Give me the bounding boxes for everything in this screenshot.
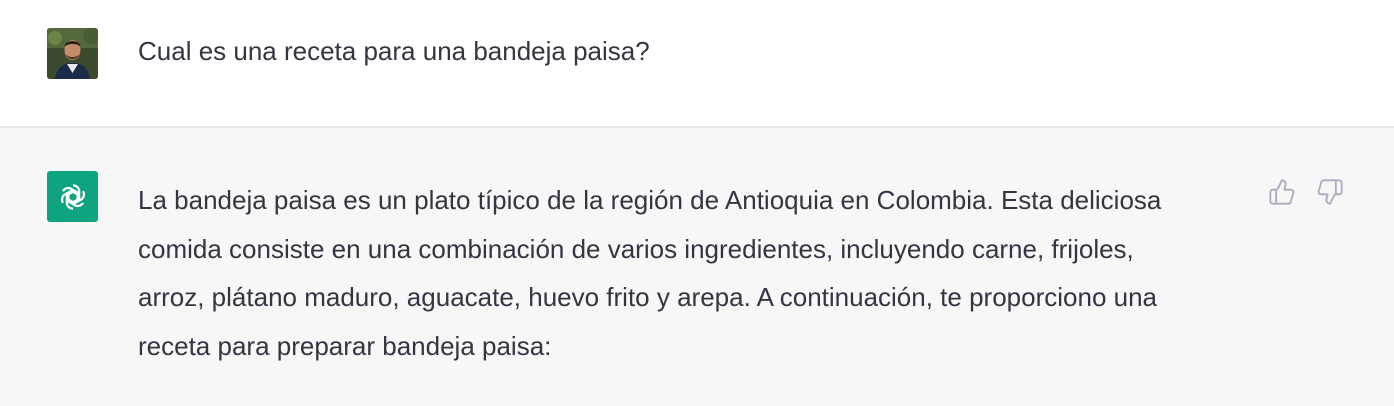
assistant-message-row: La bandeja paisa es un plato típico de l…: [0, 128, 1394, 406]
assistant-text-line: comida consiste en una combinación de va…: [138, 233, 1134, 264]
user-message-text: Cual es una receta para una bandeja pais…: [138, 36, 650, 66]
thumbs-down-button[interactable]: [1315, 177, 1345, 207]
assistant-text-line: La bandeja paisa es un plato típico de l…: [138, 185, 1162, 215]
thumbs-down-icon: [1317, 179, 1343, 205]
assistant-text-line: arroz, plátano maduro, aguacate, huevo f…: [138, 282, 1158, 312]
openai-logo-icon: [60, 183, 85, 210]
assistant-avatar: [47, 171, 98, 222]
user-message-row: Cual es una receta para una bandeja pais…: [0, 0, 1394, 128]
thumbs-up-icon: [1269, 179, 1295, 205]
user-avatar: [47, 28, 98, 79]
assistant-text-line: receta para preparar bandeja paisa:: [138, 330, 552, 361]
thumbs-up-button[interactable]: [1267, 177, 1297, 207]
conversation: Cual es una receta para una bandeja pais…: [0, 0, 1394, 406]
user-photo-avatar-icon: [47, 28, 98, 79]
assistant-message-text: La bandeja paisa es un plato típico de l…: [138, 176, 1238, 370]
